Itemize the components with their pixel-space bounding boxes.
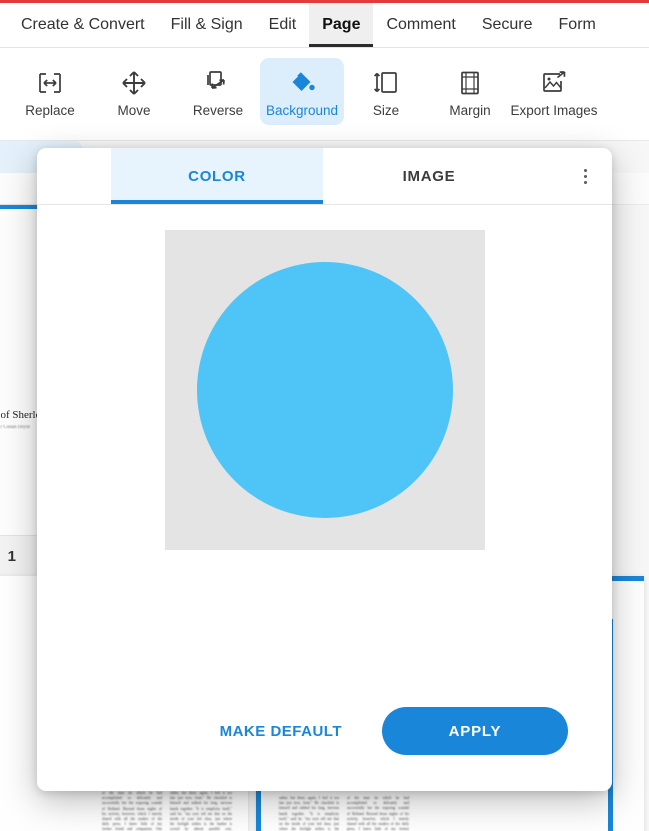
ribbon-tab-comment[interactable]: Comment bbox=[373, 3, 468, 47]
dialog-action-bar: MAKE DEFAULT APPLY bbox=[37, 671, 612, 791]
background-settings-dialog: COLOR IMAGE MAKE DEFAULT APPLY bbox=[37, 148, 612, 791]
toolbar-button-reverse[interactable]: Reverse bbox=[176, 58, 260, 125]
toolbar-button-size[interactable]: Size bbox=[344, 58, 428, 125]
dialog-tab-label: COLOR bbox=[188, 167, 246, 185]
page-column-text: of the man im which he had accomplished … bbox=[102, 791, 162, 831]
page-size-icon bbox=[372, 66, 400, 100]
replace-horizontal-arrows-icon bbox=[36, 66, 64, 100]
ribbon-tab-label: Create & Convert bbox=[21, 16, 145, 33]
toolbar-button-label: Export Images bbox=[510, 103, 598, 118]
dialog-tab-label: IMAGE bbox=[402, 167, 456, 185]
toolbar-button-label: Reverse bbox=[192, 103, 244, 118]
toolbar-button-label: Replace bbox=[25, 103, 75, 118]
toolbar-button-label: Margin bbox=[449, 103, 491, 118]
thumbnail-subtitle: r Conan Doyle bbox=[0, 425, 30, 430]
application-window: Create & Convert Fill & Sign Edit Page C… bbox=[0, 0, 649, 831]
toolbar-button-label: Background bbox=[265, 103, 339, 118]
export-image-icon bbox=[540, 66, 568, 100]
page-number-value: 1 bbox=[7, 547, 16, 565]
reverse-pages-icon bbox=[204, 66, 232, 100]
selected-color-swatch[interactable] bbox=[196, 262, 453, 518]
page-column-text: of the man im which he had accomplished … bbox=[347, 796, 409, 831]
kebab-dot bbox=[583, 168, 587, 172]
ribbon-tab-label: Comment bbox=[386, 16, 456, 33]
page-column-text: rather, but there, again, I feel it too … bbox=[170, 791, 232, 831]
ribbon-tab-secure[interactable]: Secure bbox=[469, 3, 546, 47]
apply-button[interactable]: APPLY bbox=[382, 707, 568, 755]
toolbar-button-margin[interactable]: Margin bbox=[428, 58, 512, 125]
ribbon-tab-page[interactable]: Page bbox=[309, 3, 374, 47]
color-preview-backdrop bbox=[164, 230, 485, 550]
ribbon-tab-label: Fill & Sign bbox=[170, 16, 243, 33]
toolbar-button-move[interactable]: Move bbox=[92, 58, 176, 125]
ribbon-tab-label: Edit bbox=[268, 16, 297, 33]
dialog-tab-color[interactable]: COLOR bbox=[111, 148, 323, 204]
ribbon-tab-edit[interactable]: Edit bbox=[256, 3, 310, 47]
toolbar-button-label: Move bbox=[117, 103, 151, 118]
color-preview-area bbox=[37, 205, 612, 671]
toolbar-button-replace[interactable]: Replace bbox=[8, 58, 92, 125]
ribbon-tab-label: Page bbox=[322, 16, 361, 33]
ribbon-tab-form[interactable]: Form bbox=[546, 3, 609, 47]
move-four-arrows-icon bbox=[120, 66, 148, 100]
ribbon-tab-label: Secure bbox=[481, 16, 533, 33]
page-margin-icon bbox=[456, 66, 484, 100]
paint-bucket-icon bbox=[288, 66, 316, 100]
more-options-icon[interactable] bbox=[572, 163, 598, 189]
kebab-dot bbox=[583, 180, 587, 184]
toolbar-button-label: Size bbox=[372, 103, 400, 118]
page-column-text: rather, but there, again, I feel it too … bbox=[279, 796, 339, 831]
make-default-button[interactable]: MAKE DEFAULT bbox=[214, 713, 348, 750]
ribbon-tabstrip: Create & Convert Fill & Sign Edit Page C… bbox=[0, 3, 649, 48]
toolbar-button-export-images[interactable]: Export Images bbox=[510, 58, 598, 125]
dialog-tabstrip: COLOR IMAGE bbox=[37, 148, 612, 205]
toolbar-button-background[interactable]: Background bbox=[260, 58, 344, 125]
ribbon-tab-label: Form bbox=[558, 16, 596, 33]
dialog-tab-image[interactable]: IMAGE bbox=[323, 148, 535, 204]
ribbon-tab-fill-sign[interactable]: Fill & Sign bbox=[158, 3, 256, 47]
kebab-dot bbox=[583, 174, 587, 178]
ribbon-tab-create-convert[interactable]: Create & Convert bbox=[8, 3, 158, 47]
ribbon-toolbar: Replace Move Reverse Background Size Mar… bbox=[0, 49, 649, 141]
